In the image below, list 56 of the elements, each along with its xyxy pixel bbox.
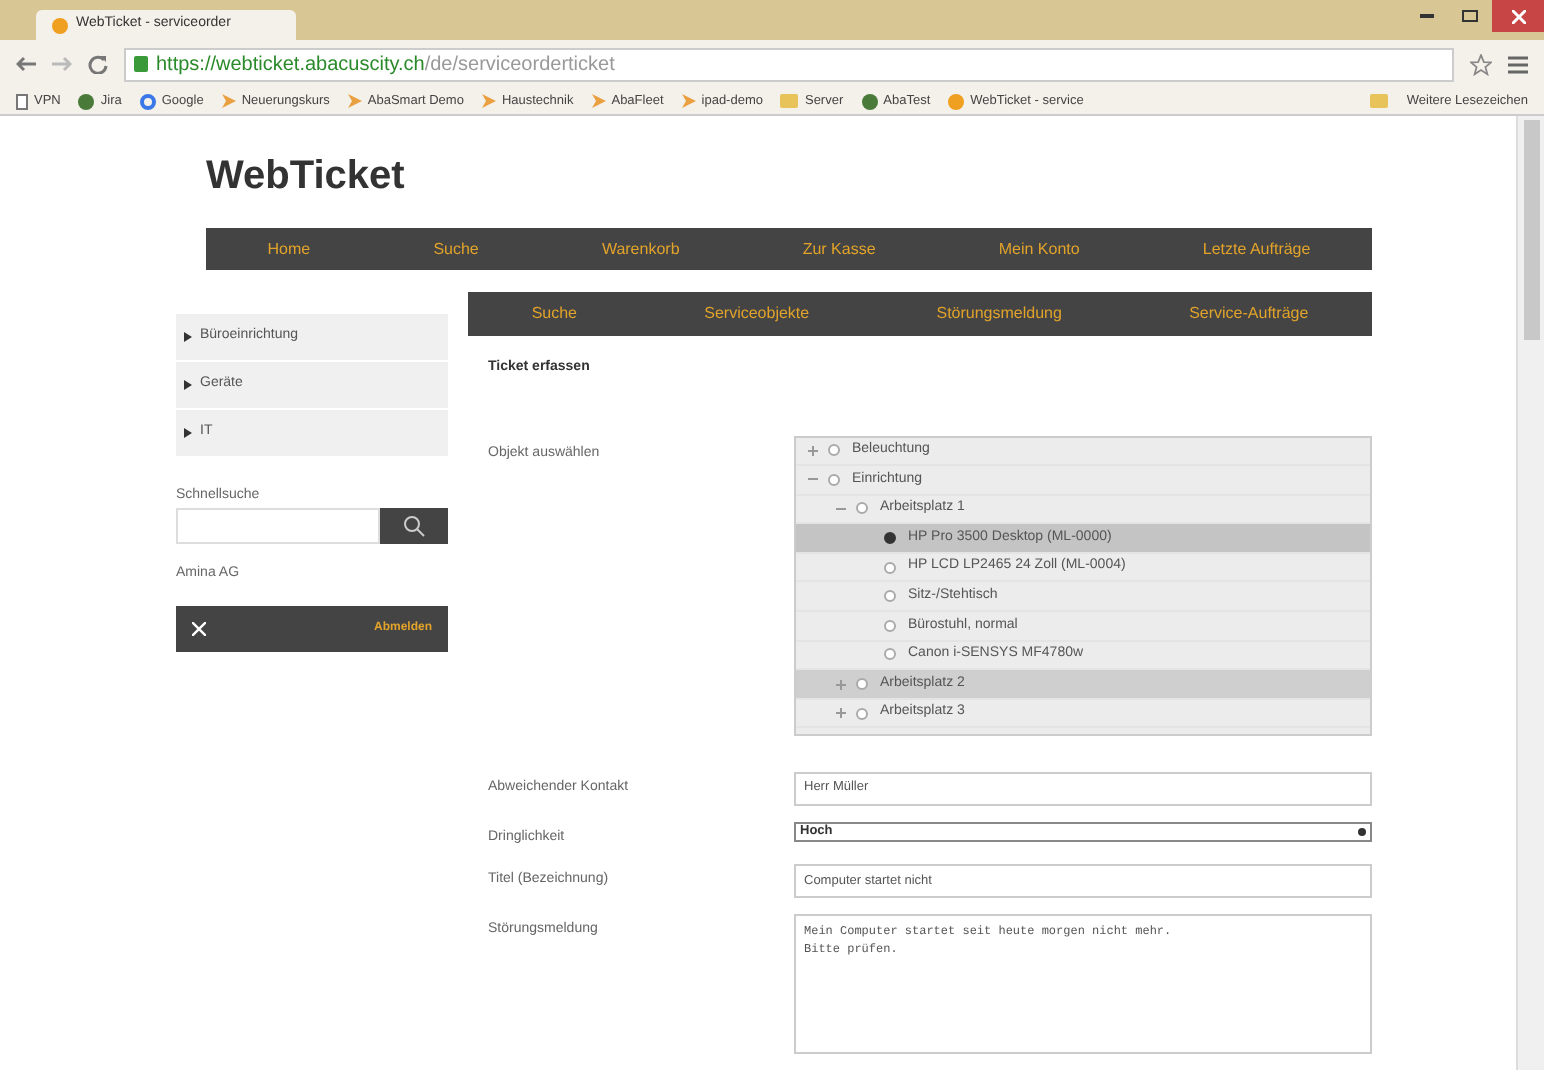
radio-icon[interactable] (884, 619, 896, 632)
arrow-icon (681, 94, 696, 108)
plus-icon[interactable] (836, 679, 846, 690)
arrow-icon (347, 94, 362, 108)
scrollbar[interactable] (1516, 116, 1544, 1070)
dropdown-icon (1358, 827, 1366, 835)
nav-link[interactable]: Service-Aufträge (1189, 302, 1309, 326)
radio-icon[interactable] (856, 678, 868, 691)
arrow-icon (481, 94, 496, 108)
search-field[interactable] (176, 507, 380, 543)
site-icon (948, 93, 965, 109)
nav-link[interactable]: Zur Kasse (802, 237, 876, 261)
plus-icon[interactable] (808, 445, 818, 456)
forward-icon[interactable] (52, 56, 72, 72)
folder-icon (1370, 94, 1389, 108)
radio-icon[interactable] (856, 502, 868, 515)
page-icon (16, 93, 28, 109)
nav-link[interactable]: Suche (531, 302, 577, 326)
app-icon (78, 93, 95, 109)
search-button[interactable] (380, 507, 448, 543)
address-field[interactable]: https://webticket.abacuscity.ch/de/serviceorderticket (124, 47, 1454, 81)
bullet-icon (184, 428, 192, 438)
lock-icon (134, 56, 148, 72)
minus-icon[interactable] (836, 503, 846, 514)
radio-icon[interactable] (884, 532, 896, 545)
folder-icon (780, 94, 799, 108)
radio-icon[interactable] (828, 444, 840, 457)
nav-link[interactable]: Home (267, 237, 311, 261)
nav-link[interactable]: Serviceobjekte (704, 302, 810, 326)
reload-icon[interactable] (88, 54, 108, 74)
menu-icon[interactable] (1508, 55, 1528, 73)
minus-icon[interactable] (808, 474, 818, 485)
radio-icon[interactable] (884, 648, 896, 661)
radio-icon[interactable] (884, 590, 896, 603)
nav-link[interactable]: Warenkorb (601, 237, 680, 261)
arrow-icon (591, 94, 606, 108)
search-icon (402, 513, 426, 537)
bullet-icon (184, 332, 192, 342)
radio-icon[interactable] (828, 473, 840, 486)
radio-icon[interactable] (884, 561, 896, 574)
nav-link[interactable]: Störungsmeldung (936, 302, 1062, 326)
star-icon[interactable] (1470, 53, 1492, 75)
arrow-icon (221, 94, 236, 108)
bullet-icon (184, 380, 192, 390)
close-icon[interactable] (1492, 0, 1544, 32)
google-icon (139, 93, 156, 109)
nav-link[interactable]: Letzte Aufträge (1202, 237, 1311, 261)
radio-icon[interactable] (856, 707, 868, 720)
app-icon (861, 93, 878, 109)
back-icon[interactable] (16, 56, 36, 72)
site-icon (52, 17, 68, 33)
close-icon (192, 622, 206, 636)
plus-icon[interactable] (836, 708, 846, 719)
site-title: WebTicket (206, 156, 407, 196)
nav-link[interactable]: Suche (433, 237, 479, 261)
nav-link[interactable]: Mein Konto (998, 237, 1080, 261)
